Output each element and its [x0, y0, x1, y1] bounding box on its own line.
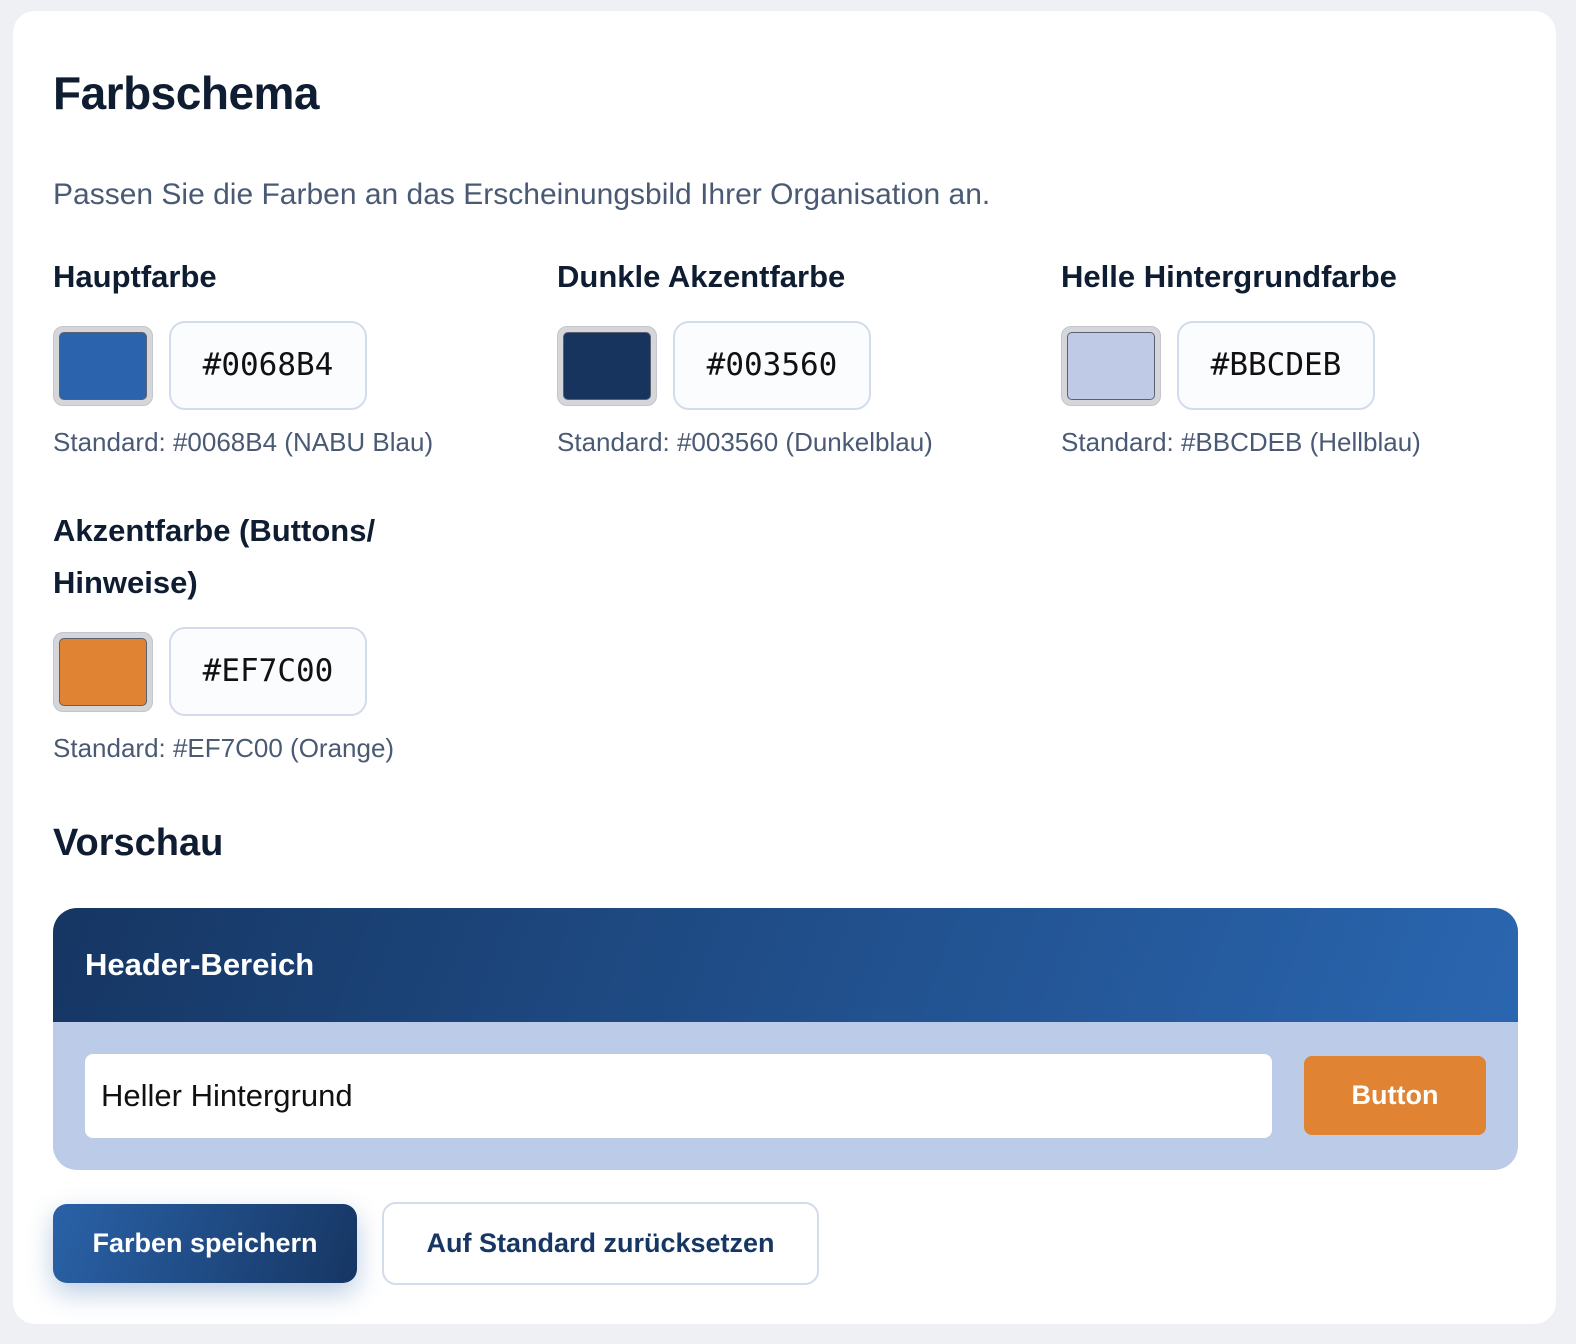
- color-preview: [563, 331, 651, 400]
- preview-header: Header-Bereich: [53, 908, 1518, 1022]
- field-label: Helle Hintergrundfarbe: [1061, 259, 1397, 294]
- field-label-line-1: Akzentfarbe (Buttons/: [53, 513, 376, 548]
- default-hint: Standard: #003560 (Dunkelblau): [557, 427, 933, 457]
- color-preview: [59, 637, 147, 706]
- field-light-background-color: Helle Hintergrundfarbe #BBCDEB Standard:…: [1061, 251, 1421, 460]
- default-hint: Standard: #EF7C00 (Orange): [53, 733, 395, 763]
- hex-input[interactable]: #003560: [673, 321, 871, 410]
- preview-body: Heller Hintergrund Button: [53, 1022, 1518, 1170]
- reset-defaults-button[interactable]: Auf Standard zurücksetzen: [382, 1202, 819, 1285]
- save-colors-button[interactable]: Farben speichern: [53, 1204, 357, 1283]
- color-picker-swatch[interactable]: [557, 325, 657, 406]
- color-picker-swatch[interactable]: [53, 325, 153, 406]
- hex-input[interactable]: #EF7C00: [169, 627, 367, 716]
- preview-title: Vorschau: [53, 822, 224, 864]
- preview-panel: Header-Bereich Heller Hintergrund Button: [53, 908, 1518, 1170]
- default-hint: Standard: #0068B4 (NABU Blau): [53, 427, 434, 457]
- field-label: Dunkle Akzentfarbe: [557, 259, 846, 294]
- hex-input[interactable]: #0068B4: [169, 321, 367, 410]
- hex-input[interactable]: #BBCDEB: [1177, 321, 1375, 410]
- color-picker-swatch[interactable]: [1061, 325, 1161, 406]
- color-picker-swatch[interactable]: [53, 631, 153, 712]
- page-description: Passen Sie die Farben an das Erscheinung…: [53, 178, 991, 211]
- preview-light-background: Heller Hintergrund: [85, 1054, 1272, 1138]
- field-accent-color: Akzentfarbe (Buttons/ Hinweise) #EF7C00 …: [53, 505, 394, 766]
- field-label: Hauptfarbe: [53, 259, 217, 294]
- field-dark-accent-color: Dunkle Akzentfarbe #003560 Standard: #00…: [557, 251, 933, 460]
- color-preview: [1067, 331, 1155, 400]
- color-scheme-card: Farbschema Passen Sie die Farben an das …: [13, 11, 1556, 1324]
- preview-header-text: Header-Bereich: [85, 947, 315, 982]
- field-main-color: Hauptfarbe #0068B4 Standard: #0068B4 (NA…: [53, 251, 433, 460]
- color-preview: [59, 331, 147, 400]
- preview-accent-button[interactable]: Button: [1304, 1056, 1486, 1135]
- default-hint: Standard: #BBCDEB (Hellblau): [1061, 427, 1421, 457]
- page-title: Farbschema: [53, 67, 320, 119]
- field-label-line-2: Hinweise): [53, 565, 198, 600]
